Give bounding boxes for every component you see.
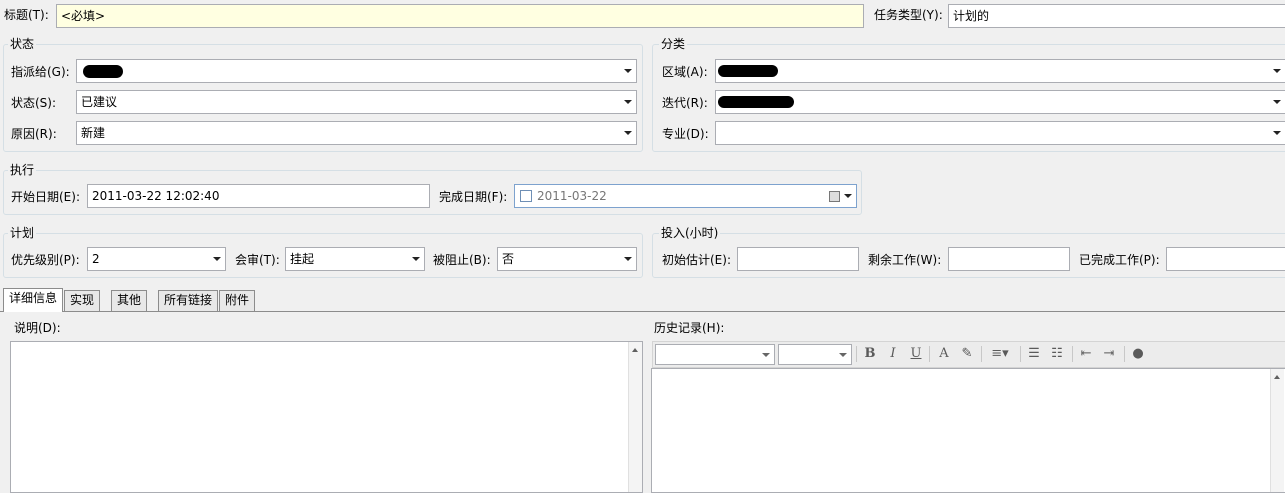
chevron-down-icon bbox=[213, 257, 221, 261]
underline-icon[interactable]: U bbox=[907, 344, 925, 364]
assigned-to-label: 指派给(G): bbox=[11, 65, 70, 79]
bold-icon[interactable]: B bbox=[861, 344, 879, 364]
priority-dropdown[interactable]: 2 bbox=[87, 247, 226, 271]
calendar-icon[interactable] bbox=[829, 191, 840, 202]
scrollbar[interactable] bbox=[1270, 369, 1284, 492]
highlight-icon[interactable]: ✎ bbox=[958, 344, 976, 364]
reason-label: 原因(R): bbox=[11, 127, 57, 141]
priority-label: 优先级别(P): bbox=[11, 253, 80, 267]
hyperlink-icon[interactable]: ● bbox=[1129, 344, 1147, 364]
review-value: 挂起 bbox=[290, 252, 315, 266]
chevron-down-icon bbox=[624, 131, 632, 135]
font-size-dropdown[interactable] bbox=[778, 344, 852, 365]
checkbox-icon[interactable] bbox=[520, 190, 532, 202]
blocked-value: 否 bbox=[502, 252, 515, 266]
execution-group-title: 执行 bbox=[8, 162, 37, 178]
history-editor[interactable] bbox=[651, 368, 1285, 493]
task-type-field: 计划的 bbox=[948, 4, 1285, 28]
review-dropdown[interactable]: 挂起 bbox=[285, 247, 425, 271]
finish-date-value: 2011-03-22 bbox=[537, 189, 607, 203]
toolbar-separator bbox=[1124, 346, 1125, 362]
start-date-input[interactable]: 2011-03-22 12:02:40 bbox=[87, 184, 430, 208]
reason-dropdown[interactable]: 新建 bbox=[76, 121, 637, 145]
status-group-title: 状态 bbox=[8, 36, 37, 52]
chevron-down-icon bbox=[839, 353, 847, 357]
chevron-down-icon bbox=[412, 257, 420, 261]
state-dropdown[interactable]: 已建议 bbox=[76, 90, 637, 114]
reason-value: 新建 bbox=[81, 126, 106, 140]
blocked-label: 被阻止(B): bbox=[433, 253, 491, 267]
toolbar-separator bbox=[981, 346, 982, 362]
area-dropdown[interactable] bbox=[715, 59, 1285, 83]
review-label: 会审(T): bbox=[235, 253, 280, 267]
start-date-value: 2011-03-22 12:02:40 bbox=[92, 189, 220, 203]
remaining-work-input[interactable] bbox=[948, 247, 1070, 271]
tab-implementation[interactable]: 实现 bbox=[64, 290, 101, 311]
scroll-up-icon[interactable] bbox=[1274, 375, 1280, 379]
bullet-list-icon[interactable]: ☰ bbox=[1025, 344, 1043, 364]
tab-all-links[interactable]: 所有链接 bbox=[158, 290, 219, 311]
redaction-mark bbox=[718, 65, 778, 77]
description-editor[interactable] bbox=[10, 341, 643, 493]
chevron-down-icon bbox=[1273, 100, 1281, 104]
chevron-down-icon bbox=[624, 100, 632, 104]
title-input[interactable]: <必填> bbox=[56, 4, 864, 28]
tab-other[interactable]: 其他 bbox=[111, 290, 148, 311]
plan-group-title: 计划 bbox=[8, 225, 37, 241]
iteration-dropdown[interactable] bbox=[715, 90, 1285, 114]
assigned-to-dropdown[interactable] bbox=[76, 59, 637, 83]
tab-details[interactable]: 详细信息 bbox=[3, 288, 64, 312]
numbered-list-icon[interactable]: ☷ bbox=[1048, 344, 1066, 364]
start-date-label: 开始日期(E): bbox=[11, 190, 80, 204]
chevron-down-icon bbox=[624, 257, 632, 261]
font-name-dropdown[interactable] bbox=[655, 344, 775, 365]
area-label: 区域(A): bbox=[662, 65, 708, 79]
scroll-up-icon[interactable] bbox=[632, 348, 638, 352]
classification-group-title: 分类 bbox=[659, 36, 688, 52]
redaction-mark bbox=[718, 96, 794, 108]
title-label: 标题(T): bbox=[4, 8, 49, 22]
task-type-label: 任务类型(Y): bbox=[874, 8, 943, 22]
iteration-label: 迭代(R): bbox=[662, 96, 708, 110]
remaining-work-label: 剩余工作(W): bbox=[868, 253, 942, 267]
redaction-mark bbox=[83, 65, 123, 78]
original-estimate-label: 初始估计(E): bbox=[662, 253, 731, 267]
font-color-icon[interactable]: A bbox=[935, 344, 953, 364]
decrease-indent-icon[interactable]: ⇤ bbox=[1077, 344, 1095, 364]
original-estimate-input[interactable] bbox=[737, 247, 859, 271]
state-label: 状态(S): bbox=[11, 96, 57, 110]
finish-date-label: 完成日期(F): bbox=[439, 190, 508, 204]
italic-icon[interactable]: I bbox=[884, 344, 902, 364]
chevron-down-icon bbox=[624, 69, 632, 73]
finish-date-picker[interactable]: 2011-03-22 bbox=[514, 184, 857, 208]
state-value: 已建议 bbox=[81, 95, 118, 109]
chevron-down-icon bbox=[762, 353, 770, 357]
toolbar-separator bbox=[929, 346, 930, 362]
toolbar-separator bbox=[856, 346, 857, 362]
effort-group-title: 投入(小时) bbox=[659, 225, 721, 241]
task-type-value: 计划的 bbox=[953, 9, 990, 23]
toolbar-separator bbox=[1072, 346, 1073, 362]
completed-work-label: 已完成工作(P): bbox=[1079, 253, 1160, 267]
increase-indent-icon[interactable]: ⇥ bbox=[1100, 344, 1118, 364]
title-value: <必填> bbox=[61, 9, 106, 23]
completed-work-input[interactable] bbox=[1166, 247, 1285, 271]
tab-attachments[interactable]: 附件 bbox=[219, 290, 256, 311]
history-label: 历史记录(H): bbox=[654, 321, 725, 335]
chevron-down-icon bbox=[844, 194, 852, 198]
priority-value: 2 bbox=[92, 252, 100, 266]
toolbar-separator bbox=[1020, 346, 1021, 362]
chevron-down-icon bbox=[1273, 69, 1281, 73]
align-icon[interactable]: ≡▾ bbox=[986, 344, 1014, 364]
discipline-label: 专业(D): bbox=[662, 127, 709, 141]
discipline-dropdown[interactable] bbox=[715, 121, 1285, 145]
blocked-dropdown[interactable]: 否 bbox=[497, 247, 637, 271]
description-label: 说明(D): bbox=[14, 321, 61, 335]
scrollbar[interactable] bbox=[628, 342, 642, 492]
chevron-down-icon bbox=[1273, 131, 1281, 135]
